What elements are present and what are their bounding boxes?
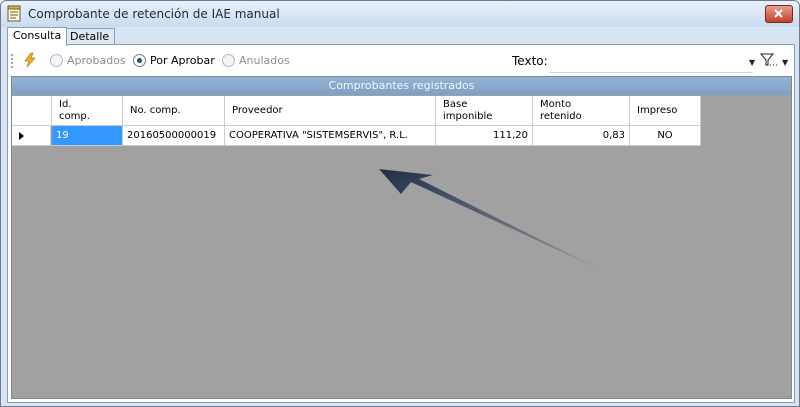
tab-consulta[interactable]: Consulta [7, 27, 68, 46]
app-window: Comprobante de retención de IAE manual C… [0, 0, 800, 407]
annotation-arrow [379, 169, 599, 269]
